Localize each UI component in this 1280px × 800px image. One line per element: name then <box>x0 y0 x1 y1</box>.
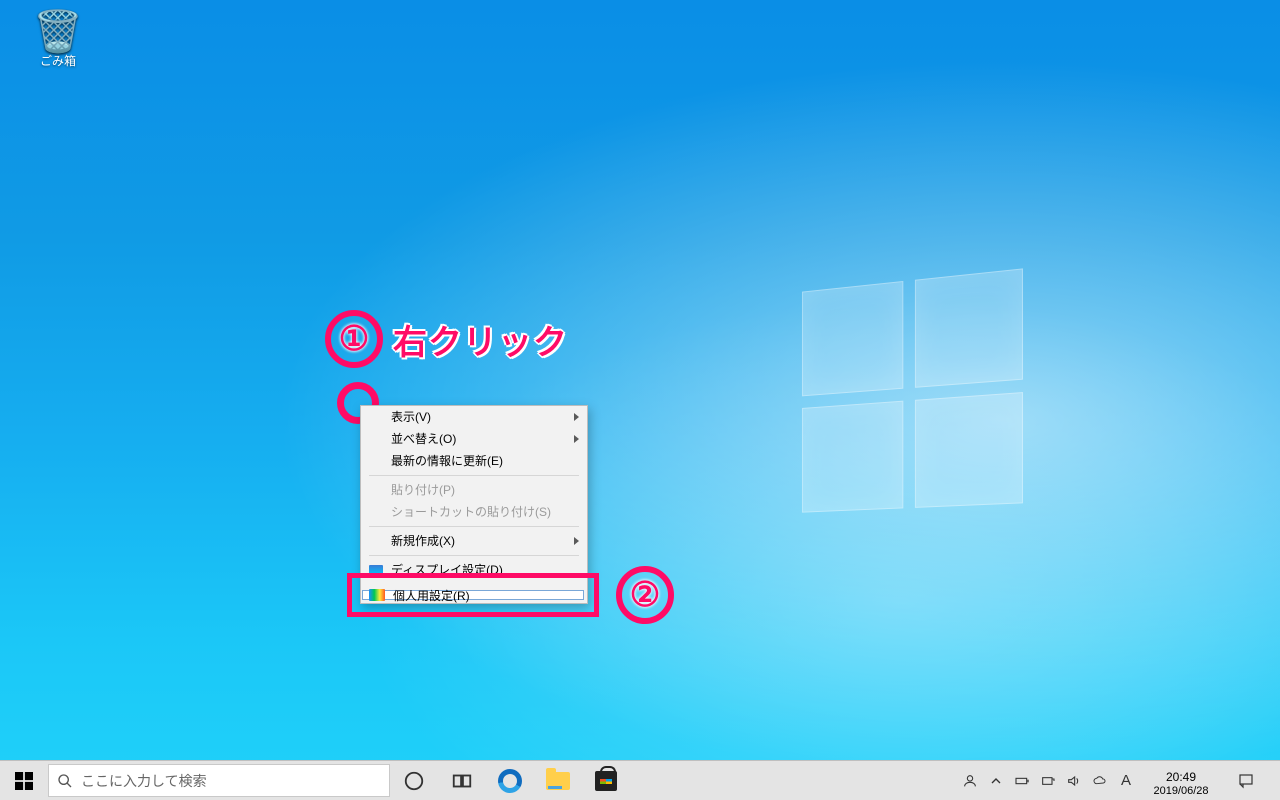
tray-onedrive[interactable] <box>1088 773 1112 789</box>
chevron-right-icon <box>574 537 579 545</box>
annotation-step1: ① 右クリック <box>325 310 568 368</box>
recycle-bin-label: ごみ箱 <box>20 52 96 69</box>
taskbar-app-store[interactable] <box>582 771 630 791</box>
action-center-icon <box>1237 772 1255 790</box>
tray-ime[interactable]: A <box>1114 772 1138 789</box>
taskbar-search[interactable]: ここに入力して検索 <box>48 764 390 797</box>
start-button[interactable] <box>0 761 48 800</box>
chevron-right-icon <box>574 413 579 421</box>
ctx-sort[interactable]: 並べ替え(O) <box>361 428 587 450</box>
tray-volume[interactable] <box>1062 773 1086 789</box>
ctx-new[interactable]: 新規作成(X) <box>361 530 587 552</box>
search-placeholder: ここに入力して検索 <box>81 771 207 791</box>
cortana-button[interactable] <box>390 770 438 792</box>
windows-logo-icon <box>15 772 33 790</box>
ctx-new-label: 新規作成(X) <box>391 534 455 548</box>
chevron-up-icon <box>988 773 1004 789</box>
ctx-refresh-label: 最新の情報に更新(E) <box>391 454 503 468</box>
tray-battery[interactable] <box>1010 773 1034 789</box>
ctx-sort-label: 並べ替え(O) <box>391 432 456 446</box>
volume-icon <box>1066 773 1082 789</box>
clock-time: 20:49 <box>1140 770 1222 784</box>
separator <box>369 475 579 476</box>
separator <box>369 526 579 527</box>
edge-icon <box>498 769 522 793</box>
cloud-sync-icon <box>1092 773 1108 789</box>
annotation-step1-text: 右クリック <box>393 315 568 364</box>
taskbar: ここに入力して検索 <box>0 760 1280 800</box>
wallpaper-windows-logo <box>802 268 1030 525</box>
microsoft-store-icon <box>595 771 617 791</box>
ctx-view-label: 表示(V) <box>391 410 431 424</box>
personalize-icon <box>369 589 385 601</box>
annotation-step2-number: ② <box>616 566 674 624</box>
ctx-personalize-label: 個人用設定(R) <box>393 587 470 604</box>
search-icon <box>57 773 73 789</box>
ctx-paste-shortcut: ショートカットの貼り付け(S) <box>361 501 587 523</box>
ctx-paste-shortcut-label: ショートカットの貼り付け(S) <box>391 505 551 519</box>
ctx-paste: 貼り付け(P) <box>361 479 587 501</box>
people-icon <box>962 773 978 789</box>
task-view-icon <box>451 770 473 792</box>
taskbar-app-edge[interactable] <box>486 769 534 793</box>
taskbar-app-explorer[interactable] <box>534 772 582 790</box>
annotation-step1-number: ① <box>325 310 383 368</box>
tray-network[interactable] <box>1036 773 1060 789</box>
ctx-paste-label: 貼り付け(P) <box>391 483 455 497</box>
ctx-refresh[interactable]: 最新の情報に更新(E) <box>361 450 587 472</box>
clock-date: 2019/06/28 <box>1140 784 1222 798</box>
ime-indicator-label: A <box>1121 772 1131 789</box>
cortana-icon <box>403 770 425 792</box>
recycle-bin-icon[interactable]: 🗑️ ごみ箱 <box>20 12 96 69</box>
chevron-right-icon <box>574 435 579 443</box>
tray-clock[interactable]: 20:49 2019/06/28 <box>1140 764 1222 798</box>
ctx-view[interactable]: 表示(V) <box>361 406 587 428</box>
network-icon <box>1040 773 1056 789</box>
tray-people[interactable] <box>958 773 982 789</box>
battery-icon <box>1014 773 1030 789</box>
ctx-personalize[interactable]: 個人用設定(R) <box>362 590 584 600</box>
system-tray: A 20:49 2019/06/28 <box>958 761 1280 800</box>
action-center-button[interactable] <box>1224 772 1268 790</box>
desktop[interactable]: 🗑️ ごみ箱 ① 右クリック 表示(V) 並べ替え(O) 最新の情報に更新(E)… <box>0 0 1280 800</box>
task-view-button[interactable] <box>438 770 486 792</box>
file-explorer-icon <box>546 772 570 790</box>
tray-overflow[interactable] <box>984 773 1008 789</box>
trash-icon: 🗑️ <box>20 12 96 52</box>
annotation-highlight-personalize: 個人用設定(R) <box>347 573 599 617</box>
separator <box>369 555 579 556</box>
